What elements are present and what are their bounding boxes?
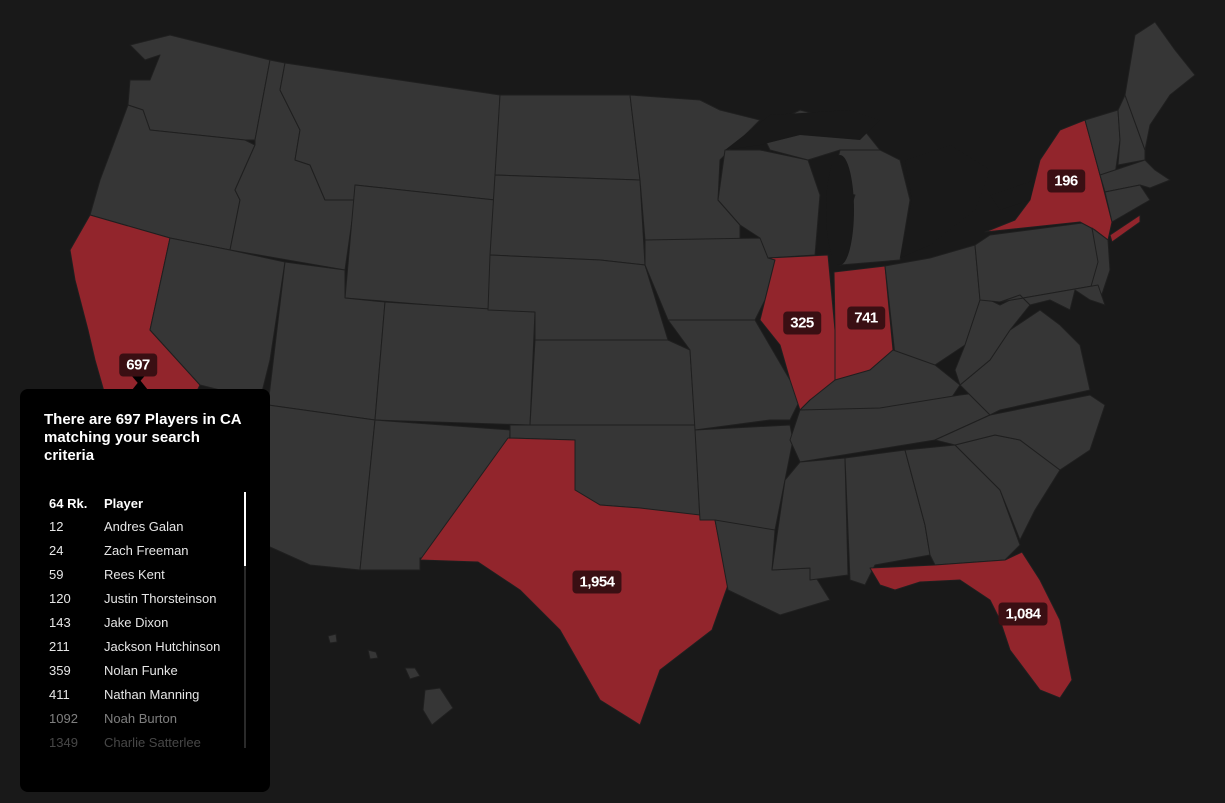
cell-rank: 59 — [49, 566, 64, 582]
cell-player: Noah Burton — [104, 710, 177, 726]
column-header-rank[interactable]: 64 Rk. — [44, 496, 104, 511]
cell-player: Jackson Hutchinson — [104, 638, 221, 654]
cell-rank: 1092 — [49, 710, 78, 726]
count-label-il[interactable]: 325 — [783, 311, 821, 335]
column-header-player[interactable]: Player — [104, 496, 246, 511]
state-hi-big-island — [422, 687, 454, 726]
state-wa[interactable] — [127, 34, 271, 141]
count-label-ca[interactable]: 697 — [119, 353, 157, 377]
count-label-tx[interactable]: 1,954 — [572, 570, 622, 594]
table-row[interactable]: 24 Zach Freeman — [44, 538, 246, 562]
cell-player: Rees Kent — [104, 566, 165, 582]
table-row[interactable]: 1092 Noah Burton — [44, 706, 246, 730]
count-label-ny[interactable]: 196 — [1047, 169, 1085, 193]
count-label-in[interactable]: 741 — [847, 306, 885, 330]
state-nd[interactable] — [494, 94, 641, 181]
table-row[interactable]: 59 Rees Kent — [44, 562, 246, 586]
state-ia[interactable] — [644, 237, 776, 321]
state-ks[interactable] — [529, 339, 696, 426]
cell-rank: 143 — [49, 614, 71, 630]
cell-player: Charlie Satterlee — [104, 734, 201, 750]
table-row[interactable]: 120 Justin Thorsteinson — [44, 586, 246, 610]
cell-player: Zach Freeman — [104, 542, 189, 558]
table-row[interactable]: 1349 Charlie Satterlee — [44, 730, 246, 754]
scrollbar[interactable] — [244, 492, 246, 748]
state-hi-kauai — [327, 633, 338, 644]
state-ct-ri[interactable] — [1104, 184, 1151, 223]
state-co[interactable] — [374, 301, 536, 426]
state-hi-maui — [404, 667, 421, 680]
table-body: 12 Andres Galan 24 Zach Freeman 59 Rees Kent 1… — [44, 514, 246, 754]
table-header: 64 Rk. Player — [44, 492, 246, 514]
table-row[interactable]: 211 Jackson Hutchinson — [44, 634, 246, 658]
cell-player: Justin Thorsteinson — [104, 590, 217, 606]
cell-rank: 211 — [49, 638, 70, 654]
players-table: 64 Rk. Player 12 Andres Galan 24 Zach Freem… — [44, 492, 246, 754]
cell-rank: 1349 — [49, 734, 78, 750]
cell-rank: 120 — [49, 590, 71, 606]
cell-player: Jake Dixon — [104, 614, 169, 630]
state-players-popup: There are 697 Players in CA matching you… — [20, 389, 270, 792]
cell-rank: 359 — [49, 662, 71, 678]
lake-michigan — [826, 155, 854, 265]
lake-huron-erie — [900, 145, 990, 258]
table-row[interactable]: 359 Nolan Funke — [44, 658, 246, 682]
cell-rank: 411 — [49, 686, 70, 702]
cell-player: Nathan Manning — [104, 686, 200, 702]
scrollbar-thumb[interactable] — [244, 492, 246, 566]
table-row[interactable]: 411 Nathan Manning — [44, 682, 246, 706]
table-row[interactable]: 143 Jake Dixon — [44, 610, 246, 634]
state-sd[interactable] — [489, 174, 646, 266]
cell-rank: 12 — [49, 518, 64, 534]
state-wy[interactable] — [344, 184, 496, 311]
popup-title: There are 697 Players in CA matching you… — [44, 411, 242, 464]
count-label-fl[interactable]: 1,084 — [998, 602, 1048, 626]
state-ar[interactable] — [694, 424, 794, 531]
table-row[interactable]: 12 Andres Galan — [44, 514, 246, 538]
cell-rank: 24 — [49, 542, 64, 558]
cell-player: Andres Galan — [104, 518, 184, 534]
state-hi-oahu — [367, 649, 379, 660]
cell-player: Nolan Funke — [104, 662, 178, 678]
